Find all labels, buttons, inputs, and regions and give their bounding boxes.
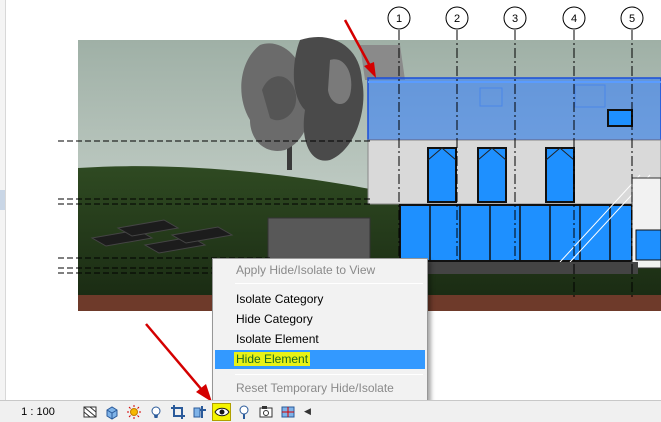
visual-style-icon[interactable] bbox=[102, 403, 121, 421]
revit-window: 1 2 3 4 5 Apply Hide/Isolate to View Iso… bbox=[0, 0, 661, 422]
menu-item-hide-element-label: Hide Element bbox=[234, 352, 311, 366]
menu-item-apply-to-view: Apply Hide/Isolate to View bbox=[236, 263, 376, 277]
grid-label-2: 2 bbox=[454, 13, 460, 25]
sun-path-icon[interactable] bbox=[124, 403, 143, 421]
menu-separator bbox=[235, 283, 423, 284]
grid-label-1: 1 bbox=[396, 13, 402, 25]
temporary-hide-isolate-icon[interactable] bbox=[212, 402, 231, 421]
grid-label-5: 5 bbox=[629, 13, 635, 25]
grid-label-4: 4 bbox=[571, 13, 577, 25]
scroll-left-icon[interactable]: ◀ bbox=[304, 406, 311, 417]
annotation-arrow-bottom bbox=[145, 323, 212, 402]
view-scale[interactable]: 1 : 100 bbox=[0, 406, 70, 418]
shadows-icon[interactable] bbox=[146, 403, 165, 421]
menu-item-hide-category[interactable]: Hide Category bbox=[215, 310, 425, 329]
reveal-hidden-elements-icon[interactable] bbox=[234, 403, 253, 421]
temporary-view-properties-icon[interactable] bbox=[256, 403, 275, 421]
menu-item-isolate-category[interactable]: Isolate Category bbox=[215, 290, 425, 309]
crop-view-icon[interactable] bbox=[168, 403, 187, 421]
detail-level-icon[interactable] bbox=[80, 403, 99, 421]
view-control-bar: 1 : 100 ◀ bbox=[0, 400, 661, 422]
menu-item-reset: Reset Temporary Hide/Isolate bbox=[236, 381, 394, 395]
hide-isolate-menu: Apply Hide/Isolate to View Isolate Categ… bbox=[212, 258, 428, 401]
menu-item-hide-element[interactable]: Hide Element bbox=[215, 350, 425, 369]
menu-item-isolate-element[interactable]: Isolate Element bbox=[215, 330, 425, 349]
analytical-model-icon[interactable] bbox=[278, 403, 297, 421]
show-crop-region-icon[interactable] bbox=[190, 403, 209, 421]
menu-separator bbox=[235, 374, 423, 375]
grid-bubbles[interactable]: 1 2 3 4 5 bbox=[387, 6, 644, 30]
grid-label-3: 3 bbox=[512, 13, 518, 25]
